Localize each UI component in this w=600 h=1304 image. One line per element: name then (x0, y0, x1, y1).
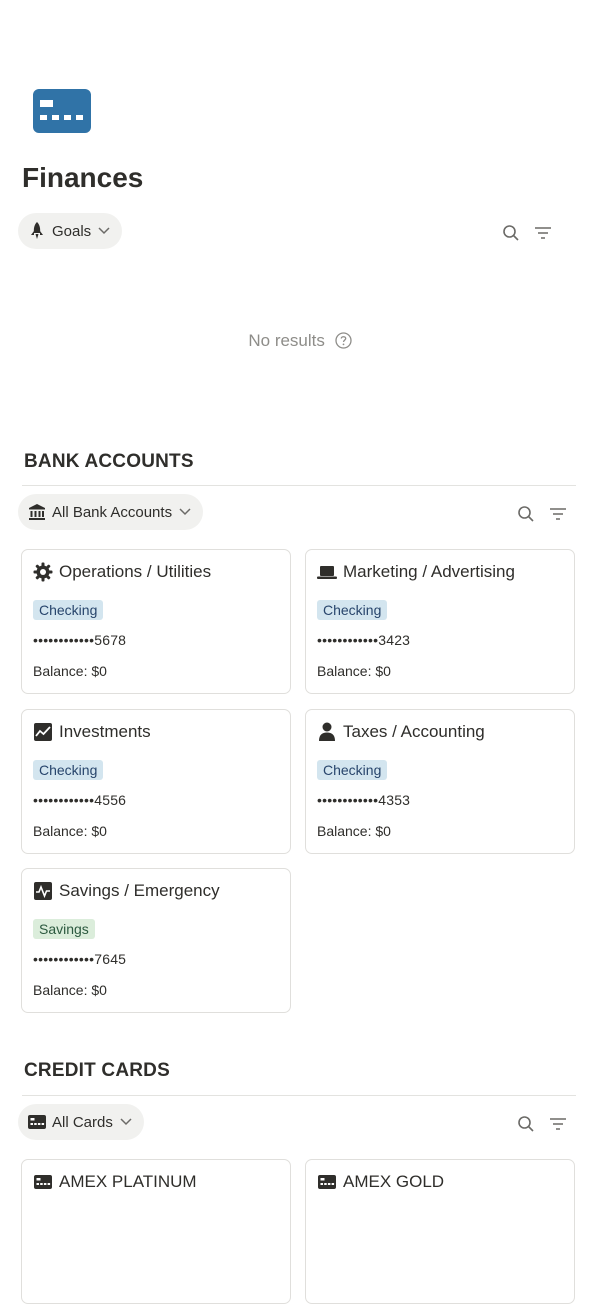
chart-line-icon (33, 722, 53, 742)
account-type-tag: Savings (33, 919, 95, 939)
bank-account-card[interactable]: Savings / Emergency Savings ••••••••••••… (21, 868, 291, 1013)
credit-card-icon (33, 1172, 53, 1192)
chevron-down-icon (120, 1118, 132, 1126)
chevron-down-icon (98, 227, 110, 235)
bank-accounts-view-selector[interactable]: All Bank Accounts (18, 494, 204, 530)
bank-account-card[interactable]: Marketing / Advertising Checking •••••••… (305, 549, 575, 694)
credit-card-icon (28, 1113, 46, 1131)
bank-account-card[interactable]: Operations / Utilities Checking ••••••••… (21, 549, 291, 694)
credit-card-card[interactable]: AMEX PLATINUM (21, 1159, 291, 1304)
gear-icon (33, 562, 53, 582)
laptop-icon (317, 562, 337, 582)
page-title: Finances (22, 162, 144, 193)
account-number: ••••••••••••4353 (317, 792, 411, 808)
account-number: ••••••••••••3423 (317, 632, 411, 648)
person-icon (317, 722, 337, 742)
account-name: Operations / Utilities (59, 562, 212, 581)
account-type-tag: Checking (33, 600, 104, 620)
search-icon[interactable] (516, 1114, 536, 1134)
credit-card-card[interactable]: AMEX GOLD (305, 1159, 575, 1304)
account-name: Savings / Emergency (59, 881, 220, 900)
credit-cards-heading: CREDIT CARDS (24, 1060, 170, 1081)
filter-icon[interactable] (548, 1114, 568, 1134)
filter-icon[interactable] (548, 504, 568, 524)
search-icon[interactable] (516, 504, 536, 524)
no-results-text: No results (248, 331, 325, 350)
bank-account-card[interactable]: Investments Checking ••••••••••••4556 Ba… (21, 709, 291, 854)
account-name: Taxes / Accounting (343, 722, 485, 741)
card-name: AMEX GOLD (343, 1172, 445, 1191)
account-name: Marketing / Advertising (343, 562, 515, 581)
chevron-down-icon (179, 508, 191, 516)
account-number: ••••••••••••7645 (33, 951, 127, 967)
credit-cards-view-selector[interactable]: All Cards (18, 1104, 144, 1140)
goals-view-label: Goals (52, 222, 92, 240)
activity-icon (33, 881, 53, 901)
account-balance: Balance: $0 (33, 663, 107, 679)
account-number: ••••••••••••5678 (33, 632, 127, 648)
empty-state: No results (0, 330, 600, 355)
bank-account-card[interactable]: Taxes / Accounting Checking ••••••••••••… (305, 709, 575, 854)
credit-cards-view-label: All Cards (52, 1113, 113, 1131)
page-credit-card-icon[interactable] (33, 89, 91, 133)
account-type-tag: Checking (33, 760, 104, 780)
divider (22, 485, 576, 486)
filter-icon[interactable] (533, 223, 553, 243)
divider (22, 1095, 576, 1096)
account-balance: Balance: $0 (317, 823, 391, 839)
card-name: AMEX PLATINUM (59, 1172, 197, 1191)
search-icon[interactable] (501, 223, 521, 243)
account-balance: Balance: $0 (33, 823, 107, 839)
bank-accounts-heading: BANK ACCOUNTS (24, 451, 194, 472)
bank-accounts-view-label: All Bank Accounts (52, 503, 173, 521)
account-balance: Balance: $0 (33, 982, 107, 998)
help-icon[interactable] (334, 332, 352, 355)
account-type-tag: Checking (317, 600, 388, 620)
rocket-icon (28, 222, 46, 240)
account-balance: Balance: $0 (317, 663, 391, 679)
goals-view-selector[interactable]: Goals (18, 213, 123, 249)
bank-icon (28, 503, 46, 521)
credit-card-icon (317, 1172, 337, 1192)
account-number: ••••••••••••4556 (33, 792, 127, 808)
account-type-tag: Checking (317, 760, 388, 780)
account-name: Investments (59, 722, 151, 741)
